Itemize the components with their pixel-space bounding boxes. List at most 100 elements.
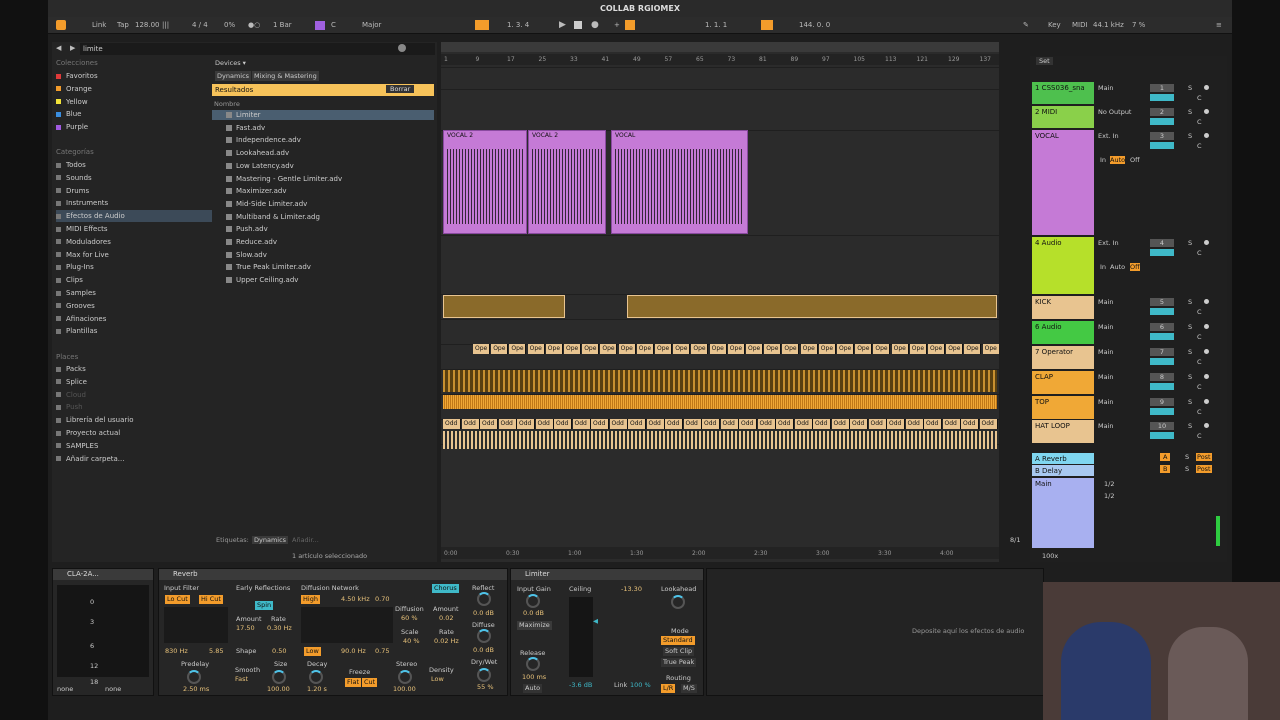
filter-mixing[interactable]: Mixing & Mastering [252,71,319,81]
vocal-clip[interactable]: VOCAL 2 [443,130,527,234]
release-knob[interactable] [526,657,540,671]
browser-search[interactable]: limite [80,43,435,55]
category-item[interactable]: Efectos de Audio [56,210,212,223]
hat-clip[interactable]: Odd [535,419,554,429]
browser-file-item[interactable]: Fast.adv [226,122,426,134]
track-routing[interactable]: No Output [1098,108,1131,116]
hat-clip[interactable]: Odd [850,419,868,429]
mixer-track-header[interactable]: 6 Audio [1032,321,1094,344]
metronome-icon[interactable]: ||| [162,21,169,29]
hat-clip[interactable]: Odd [979,419,998,429]
tap-button[interactable]: Tap [117,21,129,29]
pan-center[interactable]: C [1197,118,1202,126]
category-item[interactable]: Moduladores [56,236,206,248]
record-mode-icon[interactable]: ●○ [248,21,260,29]
place-item[interactable]: Packs [56,363,206,375]
solo-button[interactable]: S [1188,239,1192,247]
clear-results-button[interactable]: Borrar [386,85,415,93]
back-icon[interactable]: ◀ [56,44,61,52]
size-value[interactable]: 100.00 [267,685,290,693]
scale-value[interactable]: 40 % [403,637,420,645]
operator-clip[interactable]: Ope [909,344,927,354]
arm-icon[interactable] [1204,240,1209,245]
shape-value[interactable]: 0.50 [272,647,286,655]
track-number[interactable]: 3 [1150,132,1174,140]
hat-clip[interactable]: Odd [720,419,739,429]
hat-clip[interactable]: Odd [702,419,720,429]
operator-clip[interactable]: Ope [673,344,691,354]
browser-file-item[interactable]: Limiter [226,109,426,121]
volume-field[interactable] [1150,94,1174,101]
monitor-auto[interactable]: Auto [1110,156,1126,164]
link-button[interactable]: Link [92,21,106,29]
freq-lo[interactable]: 830 Hz [165,647,188,655]
stop-icon[interactable] [574,21,582,29]
mixer-track-header[interactable]: TOP [1032,396,1094,419]
operator-clip[interactable]: Ope [582,344,600,354]
track-routing[interactable]: Main [1098,348,1114,356]
track-number[interactable]: 4 [1150,239,1174,247]
return-post[interactable]: Post [1196,465,1212,473]
category-item[interactable]: Clips [56,274,206,286]
loop-icon[interactable] [761,20,773,30]
chorus-button[interactable]: Chorus [432,584,459,593]
maximize-button[interactable]: Maximize [517,621,552,630]
tempo-field[interactable]: 128.00 [135,21,160,29]
category-item[interactable]: Afinaciones [56,313,206,325]
stereo-value[interactable]: 100.00 [393,685,416,693]
gain-reduction-meter[interactable] [569,597,593,677]
arm-icon[interactable] [1204,374,1209,379]
routing-lr-button[interactable]: L/R [661,684,676,693]
solo-button[interactable]: S [1188,132,1192,140]
low-val[interactable]: 0.75 [375,647,389,655]
place-item[interactable]: SAMPLES [56,440,206,452]
pan-center[interactable]: C [1197,383,1202,391]
limiter-title[interactable]: Limiter [511,569,703,580]
operator-clip[interactable]: Ope [800,344,818,354]
hat-clip[interactable]: Odd [905,419,924,429]
return-track-header[interactable]: A Reverb [1032,453,1094,464]
hat-clip[interactable]: Odd [443,419,461,429]
hat-clip[interactable]: Odd [480,419,498,429]
browser-file-item[interactable]: Independence.adv [226,134,426,146]
filter-devices[interactable]: Devices ▾ [215,59,246,67]
track-number[interactable]: 1 [1150,84,1174,92]
pencil-icon[interactable]: ✎ [1023,21,1029,29]
operator-clip[interactable]: Ope [636,344,654,354]
operator-clip[interactable]: Ope [855,344,873,354]
hat-clip[interactable]: Odd [498,419,517,429]
track-lane[interactable] [441,67,999,68]
operator-clip[interactable]: Ope [527,344,545,354]
pan-center[interactable]: C [1197,308,1202,316]
hat-clip[interactable]: Odd [628,419,646,429]
freq-hi[interactable]: 5.85 [209,647,223,655]
kick-clip[interactable] [627,295,997,318]
diffuse-knob[interactable] [477,629,491,643]
hat-clip[interactable]: Odd [887,419,905,429]
track-lane[interactable] [441,235,999,236]
arm-icon[interactable] [1204,133,1209,138]
arrangement-view[interactable]: 1 9 17 25 33 41 49 57 65 73 81 89 97 105 113 121 129 137 1… [441,42,999,562]
volume-field[interactable] [1150,432,1174,439]
top-clip[interactable] [443,395,997,409]
density-select[interactable]: Low [431,675,444,683]
operator-clip[interactable]: Ope [691,344,709,354]
mixer-track-header[interactable]: KICK [1032,296,1094,319]
solo-button[interactable]: S [1188,108,1192,116]
mixer-track-header[interactable]: HAT LOOP [1032,420,1094,443]
track-routing[interactable]: Main [1098,422,1114,430]
filter-dynamics[interactable]: Dynamics [215,71,252,81]
collection-orange[interactable]: Orange [56,83,206,95]
mode-standard-button[interactable]: Standard [661,636,695,645]
operator-clip[interactable]: Ope [564,344,581,354]
hat-clip[interactable]: Odd [517,419,535,429]
return-letter[interactable]: A [1160,453,1171,461]
diffusion-display[interactable] [301,607,393,643]
spin-button[interactable]: Spin [255,601,274,610]
size-knob[interactable] [272,670,286,684]
drywet-value[interactable]: 55 % [477,683,494,691]
hat-clip[interactable]: Odd [591,419,609,429]
overview-strip[interactable] [441,42,999,52]
return-post[interactable]: Post [1196,453,1212,461]
place-item[interactable]: Librería del usuario [56,414,206,426]
